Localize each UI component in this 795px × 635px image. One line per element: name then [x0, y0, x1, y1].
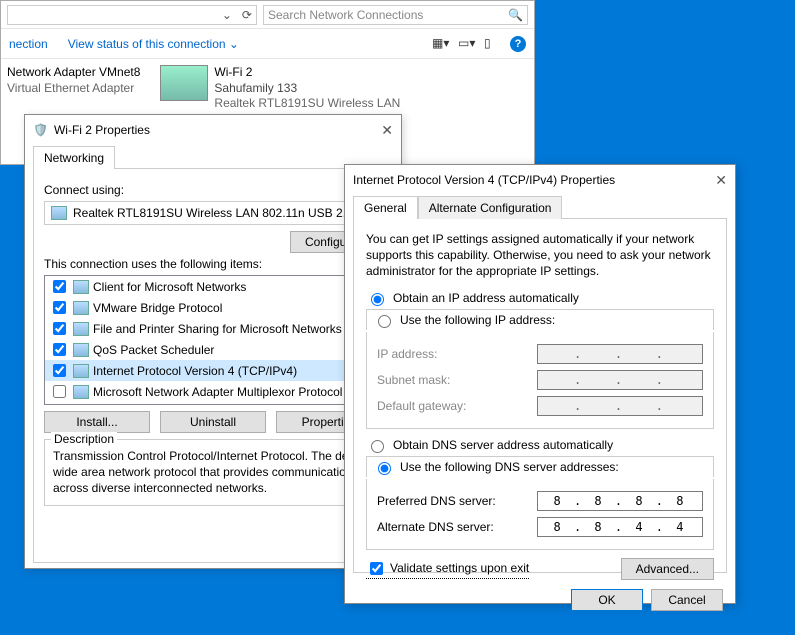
cancel-button[interactable]: Cancel	[651, 589, 723, 611]
advanced-button[interactable]: Advanced...	[621, 558, 714, 580]
radio-use-dns[interactable]	[378, 462, 391, 475]
preferred-dns-input[interactable]: 8 . 8 . 8 . 8	[537, 491, 703, 511]
subnet-mask-label: Subnet mask:	[377, 373, 537, 387]
item-checkbox[interactable]	[53, 322, 66, 335]
nc-command-bar: nection View status of this connection ⌄…	[1, 29, 534, 59]
validate-checkbox[interactable]	[370, 562, 383, 575]
alternate-dns-label: Alternate DNS server:	[377, 520, 537, 534]
list-item[interactable]: File and Printer Sharing for Microsoft N…	[45, 318, 381, 339]
ip-fieldset: IP address:. . . Subnet mask:. . . Defau…	[366, 332, 714, 429]
item-checkbox[interactable]	[53, 343, 66, 356]
connect-using-label: Connect using:	[44, 183, 382, 197]
component-icon	[73, 322, 89, 336]
list-item[interactable]: QoS Packet Scheduler	[45, 339, 381, 360]
radio-use-ip[interactable]	[378, 315, 391, 328]
adapter-title: Wi-Fi 2	[214, 65, 404, 81]
address-dropdown[interactable]: ⌄ ⟳	[7, 5, 257, 25]
details-pane-icon[interactable]: ▯	[484, 36, 500, 52]
adapter-name: Realtek RTL8191SU Wireless LAN 802.11n U…	[73, 206, 371, 220]
preview-icon[interactable]: ▭▾	[458, 36, 474, 52]
dialog-title: Internet Protocol Version 4 (TCP/IPv4) P…	[353, 173, 709, 187]
item-checkbox[interactable]	[53, 385, 66, 398]
component-icon	[73, 343, 89, 357]
search-placeholder: Search Network Connections	[268, 8, 423, 22]
adapter-title: Network Adapter VMnet8	[7, 65, 140, 81]
default-gateway-input[interactable]: . . .	[537, 396, 703, 416]
adapter-sub2: Realtek RTL8191SU Wireless LAN ...	[214, 96, 404, 112]
adapter-sub: Virtual Ethernet Adapter	[7, 81, 140, 97]
list-item[interactable]: VMware Bridge Protocol	[45, 297, 381, 318]
list-item[interactable]: Microsoft Network Adapter Multiplexor Pr…	[45, 381, 381, 402]
components-listbox[interactable]: Client for Microsoft Networks VMware Bri…	[44, 275, 382, 405]
close-icon[interactable]: ✕	[715, 172, 727, 189]
adapter-vmnet8[interactable]: Network Adapter VMnet8 Virtual Ethernet …	[7, 65, 140, 96]
uninstall-button[interactable]: Uninstall	[160, 411, 266, 433]
link-connection[interactable]: nection	[9, 37, 48, 51]
adapter-field: Realtek RTL8191SU Wireless LAN 802.11n U…	[44, 201, 382, 225]
item-checkbox[interactable]	[53, 301, 66, 314]
ip-address-input[interactable]: . . .	[537, 344, 703, 364]
dialog-titlebar: 🛡️ Wi-Fi 2 Properties ✕	[25, 115, 401, 145]
ip-address-label: IP address:	[377, 347, 537, 361]
search-input[interactable]: Search Network Connections 🔍	[263, 5, 528, 25]
component-icon	[73, 385, 89, 399]
search-icon: 🔍	[508, 8, 523, 22]
adapter-wifi2[interactable]: Wi-Fi 2 Sahufamily 133 Realtek RTL8191SU…	[160, 65, 404, 112]
description-title: Description	[51, 432, 117, 446]
list-item-selected[interactable]: Internet Protocol Version 4 (TCP/IPv4)	[45, 360, 381, 381]
list-item[interactable]: Client for Microsoft Networks	[45, 276, 381, 297]
item-checkbox[interactable]	[53, 364, 66, 377]
component-icon	[73, 301, 89, 315]
dialog-title: Wi-Fi 2 Properties	[54, 123, 375, 137]
subnet-mask-input[interactable]: . . .	[537, 370, 703, 390]
install-button[interactable]: Install...	[44, 411, 150, 433]
uses-items-label: This connection uses the following items…	[44, 257, 382, 271]
close-icon[interactable]: ✕	[381, 122, 393, 139]
adapter-sub: Sahufamily 133	[214, 81, 404, 97]
wifi-adapter-icon	[160, 65, 208, 101]
view-options-icon[interactable]: ▦▾	[432, 36, 448, 52]
nc-toolbar: ⌄ ⟳ Search Network Connections 🔍	[1, 1, 534, 29]
component-icon	[73, 364, 89, 378]
radio-obtain-ip-auto[interactable]	[371, 293, 384, 306]
dialog-titlebar: Internet Protocol Version 4 (TCP/IPv4) P…	[345, 165, 735, 195]
alternate-dns-input[interactable]: 8 . 8 . 4 . 4	[537, 517, 703, 537]
shield-icon: 🛡️	[33, 123, 48, 137]
link-view-status[interactable]: View status of this connection ⌄	[68, 37, 239, 51]
dns-fieldset: Preferred DNS server:8 . 8 . 8 . 8 Alter…	[366, 479, 714, 550]
tab-general[interactable]: General	[353, 196, 418, 219]
item-checkbox[interactable]	[53, 280, 66, 293]
ipv4-properties-dialog: Internet Protocol Version 4 (TCP/IPv4) P…	[344, 164, 736, 604]
preferred-dns-label: Preferred DNS server:	[377, 494, 537, 508]
description-text: Transmission Control Protocol/Internet P…	[53, 448, 373, 497]
help-icon[interactable]: ?	[510, 36, 526, 52]
component-icon	[73, 280, 89, 294]
network-adapter-icon	[51, 206, 67, 220]
description-group: Description Transmission Control Protoco…	[44, 439, 382, 506]
tab-alternate-configuration[interactable]: Alternate Configuration	[418, 196, 563, 219]
ok-button[interactable]: OK	[571, 589, 643, 611]
tab-networking[interactable]: Networking	[33, 146, 115, 169]
list-item[interactable]: Microsoft LLDP Protocol Driver	[45, 402, 381, 405]
default-gateway-label: Default gateway:	[377, 399, 537, 413]
description-text: You can get IP settings assigned automat…	[366, 231, 714, 280]
radio-obtain-dns-auto[interactable]	[371, 440, 384, 453]
validate-checkbox-label[interactable]: Validate settings upon exit	[366, 559, 529, 579]
